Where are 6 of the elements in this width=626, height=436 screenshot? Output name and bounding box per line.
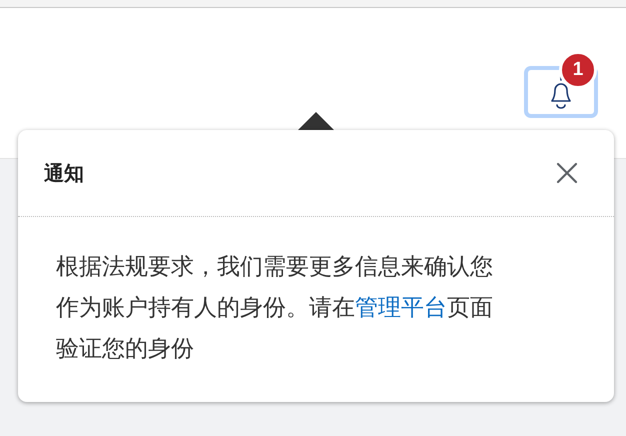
notice-message: 根据法规要求，我们需要更多信息来确认您作为账户持有人的身份。请在管理平台页面验证您的身份 — [56, 253, 494, 364]
popover-title: 通知 — [44, 160, 84, 186]
notification-count-badge: 1 — [559, 51, 597, 89]
close-icon — [556, 162, 578, 184]
close-button[interactable] — [556, 162, 578, 184]
admin-platform-link[interactable]: 管理平台 — [355, 295, 447, 321]
